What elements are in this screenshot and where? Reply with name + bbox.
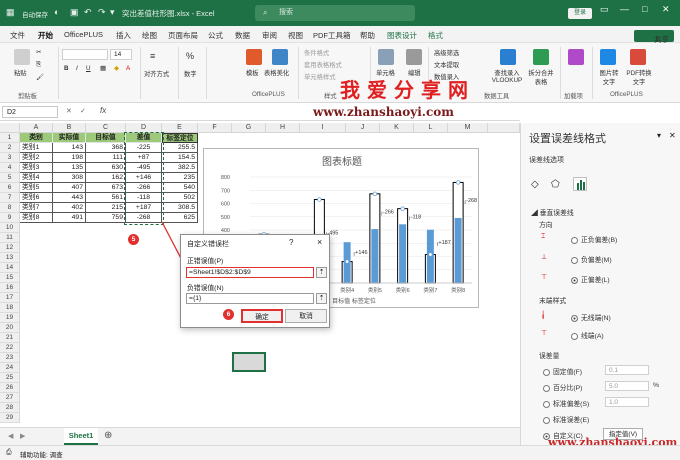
stddev-input[interactable]: 1.0 — [605, 397, 649, 407]
positive-error-input[interactable]: =Sheet1!$D$2:$D$9 — [186, 267, 314, 278]
cap-icon: ⊤ — [541, 330, 547, 337]
stderr-radio[interactable]: 标准误差(E) — [543, 414, 589, 424]
add-sheet-icon[interactable]: ⊕ — [104, 430, 112, 441]
direction-label: 方向 — [539, 222, 553, 229]
next-sheet-icon[interactable]: ▶ — [20, 432, 25, 440]
cap-radio[interactable]: 线端(A) — [571, 330, 604, 340]
help-icon[interactable]: ? — [289, 238, 293, 247]
minus-direction-icon: ⊥ — [541, 254, 547, 261]
section-label: 垂直误差线 — [539, 210, 574, 217]
ready-icon: ⎙ — [6, 449, 12, 456]
minus-direction-radio[interactable]: 负偏差(M) — [571, 254, 612, 264]
fill-line-icon[interactable]: ◇ — [531, 179, 539, 190]
fixed-value-input[interactable]: 0.1 — [605, 365, 649, 375]
positive-range-picker-icon[interactable]: ⇡ — [316, 267, 327, 278]
fixed-value-radio[interactable]: 固定值(F) — [543, 366, 582, 376]
stddev-radio[interactable]: 标准偏差(S) — [543, 398, 589, 408]
pane-dropdown-icon[interactable]: ▾ — [657, 131, 661, 140]
both-direction-radio[interactable]: 正负偏差(B) — [571, 234, 617, 244]
cancel-button[interactable]: 取消 — [285, 309, 327, 323]
sheet-tab-sheet1[interactable]: Sheet1 — [64, 428, 98, 445]
no-cap-icon: ╽ — [541, 312, 546, 319]
negative-error-input[interactable]: ={1} — [186, 293, 314, 304]
status-bar: ⎙ 辅助功能: 调查 — [0, 445, 680, 460]
plus-direction-radio[interactable]: 正偏差(L) — [571, 274, 610, 284]
negative-range-picker-icon[interactable]: ⇡ — [316, 293, 327, 304]
format-error-bars-pane: 设置误差线格式 ▾ ✕ 误差线选项 ◇ ⬠ ◢ 垂直误差线 方向 ⌶ 正负偏差(… — [520, 123, 680, 445]
sheet-tab-bar: ◀ ▶ Sheet1 ⊕ — [0, 427, 520, 445]
no-cap-radio[interactable]: 无线端(N) — [571, 312, 611, 322]
dialog-title: 自定义错误栏 — [187, 241, 229, 248]
accessibility-status[interactable]: 辅助功能: 调查 — [20, 449, 63, 459]
both-direction-icon: ⌶ — [541, 233, 546, 240]
dialog-close-icon[interactable]: × — [317, 237, 322, 247]
percent-radio[interactable]: 百分比(P) — [543, 382, 582, 392]
custom-error-bar-dialog: 自定义错误栏 ? × 正错误值(P) =Sheet1!$D$2:$D$9 ⇡ 负… — [180, 234, 330, 328]
percent-unit: % — [653, 382, 660, 389]
section-collapse-icon[interactable]: ◢ — [531, 210, 540, 217]
percent-input[interactable]: 5.0 — [605, 381, 649, 391]
end-style-label: 末端样式 — [539, 298, 567, 305]
positive-error-label: 正错误值(P) — [187, 258, 224, 265]
negative-error-label: 负错误值(N) — [187, 285, 224, 292]
ok-button[interactable]: 确定 — [241, 309, 283, 323]
step-badge-5: 5 — [128, 234, 139, 245]
bar-options-icon[interactable] — [573, 177, 587, 191]
pane-title: 设置误差线格式 — [529, 133, 606, 145]
error-amount-label: 误差量 — [539, 353, 560, 360]
pane-close-icon[interactable]: ✕ — [669, 131, 676, 140]
prev-sheet-icon[interactable]: ◀ — [8, 432, 13, 440]
step-badge-6: 6 — [223, 309, 234, 320]
vertical-error-bar-section: ◢ 垂直误差线 — [531, 207, 574, 217]
plus-direction-icon: ⊤ — [541, 274, 547, 281]
effects-icon[interactable]: ⬠ — [551, 179, 560, 190]
error-bar-options-tab[interactable]: 误差线选项 — [529, 155, 564, 165]
